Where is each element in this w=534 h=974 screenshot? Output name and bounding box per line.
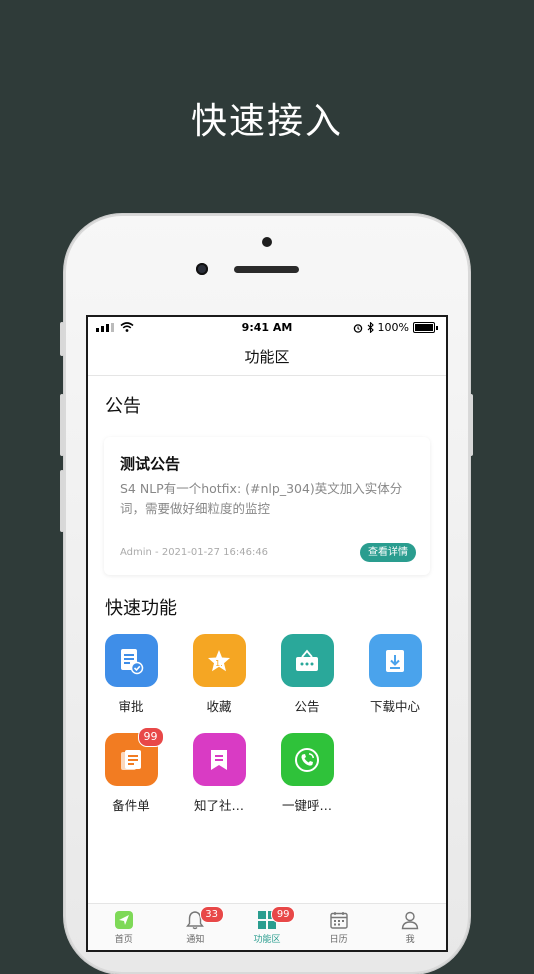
bluetooth-icon <box>367 322 374 333</box>
notice-icon <box>280 634 334 687</box>
quick-item-favorites[interactable]: 1. 收藏 <box>179 634 259 715</box>
quick-item-community[interactable]: 知了社… <box>179 733 259 814</box>
quick-item-notice[interactable]: 公告 <box>267 634 347 715</box>
quick-item-label: 公告 <box>294 699 320 714</box>
volume-up-button <box>60 394 64 456</box>
quick-item-label: 审批 <box>118 699 144 714</box>
quick-item-label: 备件单 <box>112 798 150 813</box>
quick-item-download-center[interactable]: 下载中心 <box>355 634 435 715</box>
alarm-icon <box>353 323 362 333</box>
community-icon <box>192 733 246 786</box>
phone-icon <box>280 733 334 786</box>
nav-title: 功能区 <box>88 339 446 376</box>
home-icon <box>114 911 133 929</box>
star-icon: 1. <box>192 634 246 687</box>
parts-icon: 99 <box>104 727 164 786</box>
quick-item-label: 下载中心 <box>369 699 420 714</box>
notification-badge: 33 <box>199 906 224 923</box>
tab-bar: 首页 33 通知 99 功能区 日历 我 <box>88 903 446 950</box>
quick-item-parts-order[interactable]: 99 备件单 <box>91 727 171 814</box>
tab-functions[interactable]: 99 功能区 <box>231 904 303 950</box>
tab-label: 我 <box>405 935 415 945</box>
tab-label: 功能区 <box>253 935 281 945</box>
svg-text:1.: 1. <box>215 659 223 668</box>
status-bar: 9:41 AM 100% <box>88 317 446 339</box>
battery-tip <box>436 325 438 330</box>
notice-card-title: 测试公告 <box>120 455 181 473</box>
battery-percent: 100% <box>377 321 409 334</box>
user-icon <box>401 911 419 930</box>
notice-card[interactable]: 测试公告 S4 NLP有一个hotfix: (#nlp_304)英文加入实体分词… <box>104 437 430 575</box>
tab-notifications[interactable]: 33 通知 <box>160 904 232 950</box>
quick-item-approval[interactable]: 审批 <box>91 634 171 715</box>
approval-icon <box>104 634 158 687</box>
mute-switch <box>60 322 64 356</box>
phone-screen: 9:41 AM 100% 功能区 公告 测试公告 S4 NLP有一个hotfix… <box>88 317 446 950</box>
tab-calendar[interactable]: 日历 <box>303 904 375 950</box>
notice-card-meta: Admin - 2021-01-27 16:46:46 <box>120 547 269 558</box>
quick-section-title: 快速功能 <box>105 598 177 619</box>
volume-down-button <box>60 470 64 532</box>
power-button <box>469 394 473 456</box>
tab-me[interactable]: 我 <box>374 904 446 950</box>
parts-badge: 99 <box>137 727 164 747</box>
quick-item-label: 一键呼… <box>281 798 332 813</box>
status-right: 100% <box>353 321 438 334</box>
earpiece-speaker <box>234 266 299 273</box>
quick-item-one-click-call[interactable]: 一键呼… <box>267 733 347 814</box>
battery-icon <box>413 322 435 333</box>
download-icon <box>368 634 422 687</box>
proximity-sensor <box>196 263 208 275</box>
headline: 快速接入 <box>190 101 343 142</box>
front-camera <box>262 237 272 247</box>
functions-badge: 99 <box>271 906 296 923</box>
quick-function-grid: 审批 1. 收藏 公告 下载中心 99 备件单 知了社… 一键呼… <box>88 634 446 824</box>
quick-item-label: 收藏 <box>206 699 232 714</box>
tab-home[interactable]: 首页 <box>88 904 160 950</box>
quick-item-label: 知了社… <box>193 798 244 813</box>
notice-card-body: S4 NLP有一个hotfix: (#nlp_304)英文加入实体分词，需要做好… <box>120 481 403 516</box>
tab-label: 首页 <box>114 935 133 945</box>
tab-label: 日历 <box>329 935 348 945</box>
notice-section-title: 公告 <box>105 396 141 417</box>
tab-label: 通知 <box>186 935 205 945</box>
view-detail-button[interactable]: 查看详情 <box>360 543 416 562</box>
calendar-icon <box>329 912 348 929</box>
